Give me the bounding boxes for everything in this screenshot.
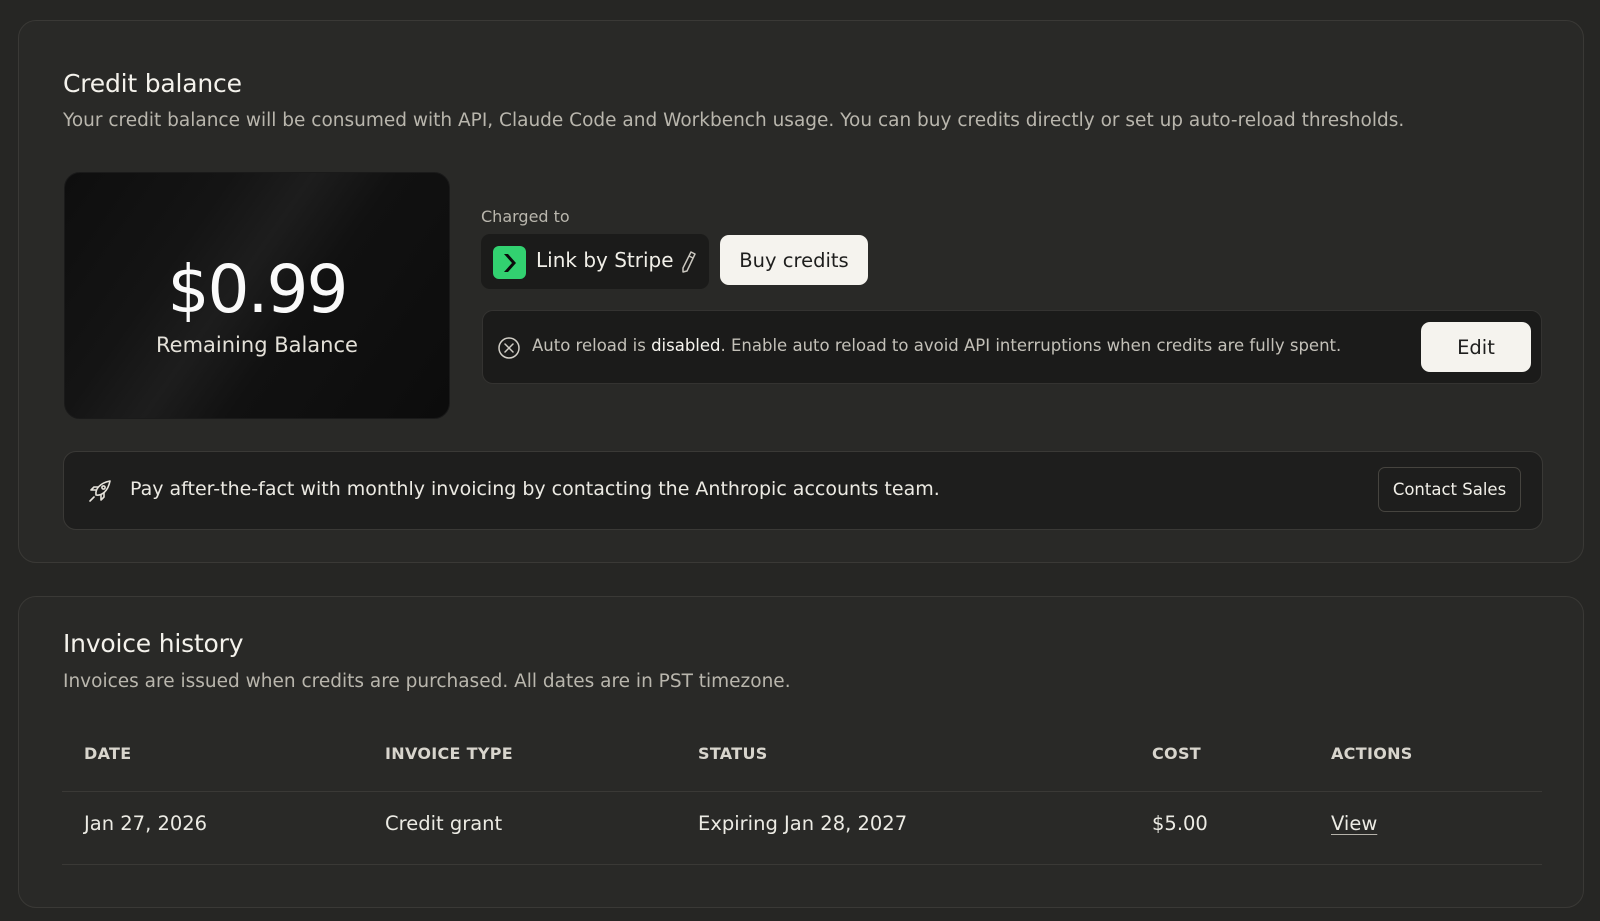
link-logo-icon <box>493 246 526 279</box>
view-invoice-link[interactable]: View <box>1331 812 1377 835</box>
invoice-status: Expiring Jan 28, 2027 <box>698 812 908 835</box>
invoice-cost: $5.00 <box>1152 812 1208 835</box>
auto-reload-state: disabled <box>651 336 721 355</box>
balance-display: $0.99 Remaining Balance <box>64 172 450 419</box>
x-circle-icon <box>497 336 521 364</box>
auto-reload-text: Auto reload is disabled. Enable auto rel… <box>532 336 1342 355</box>
invoice-history-title: Invoice history <box>63 629 244 658</box>
payment-method-name: Link by Stripe <box>536 248 674 272</box>
balance-amount: $0.99 <box>167 251 349 328</box>
invoice-type: Credit grant <box>385 812 503 835</box>
auto-reload-panel: Auto reload is disabled. Enable auto rel… <box>482 310 1542 384</box>
charged-to-label: Charged to <box>481 207 570 226</box>
monthly-invoicing-text: Pay after-the-fact with monthly invoicin… <box>130 478 940 500</box>
credit-balance-card: Credit balance Your credit balance will … <box>18 20 1584 563</box>
edit-auto-reload-button[interactable]: Edit <box>1421 322 1531 372</box>
invoice-date: Jan 27, 2026 <box>84 812 208 835</box>
column-header-cost: COST <box>1152 744 1201 763</box>
credit-balance-description: Your credit balance will be consumed wit… <box>63 110 1405 131</box>
column-header-actions: ACTIONS <box>1331 744 1413 763</box>
credit-balance-title: Credit balance <box>63 69 242 98</box>
monthly-invoicing-banner: Pay after-the-fact with monthly invoicin… <box>63 451 1543 530</box>
rocket-icon <box>87 478 113 508</box>
table-row-divider <box>62 864 1542 865</box>
payment-method-selector[interactable]: Link by Stripe <box>481 234 709 289</box>
invoice-history-description: Invoices are issued when credits are pur… <box>63 671 791 692</box>
balance-label: Remaining Balance <box>156 333 358 357</box>
column-header-date: DATE <box>84 744 132 763</box>
pencil-icon[interactable] <box>679 250 697 278</box>
table-header-divider <box>62 791 1542 792</box>
contact-sales-button[interactable]: Contact Sales <box>1378 467 1521 512</box>
column-header-status: STATUS <box>698 744 768 763</box>
column-header-invoice-type: INVOICE TYPE <box>385 744 513 763</box>
buy-credits-button[interactable]: Buy credits <box>720 235 868 285</box>
